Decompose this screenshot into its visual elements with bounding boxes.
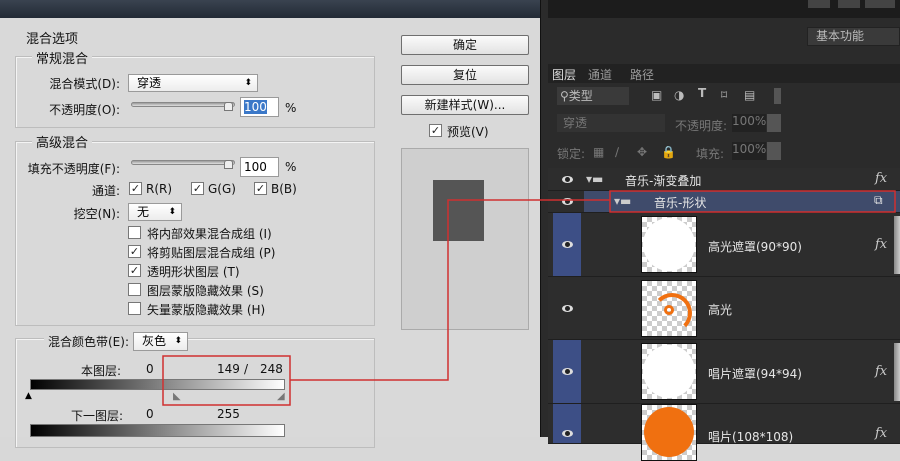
annotation-box-layer	[609, 190, 896, 213]
annotation-overlay	[162, 190, 896, 406]
annotation-connector	[290, 199, 610, 381]
annotation-box-sliders	[162, 355, 291, 406]
